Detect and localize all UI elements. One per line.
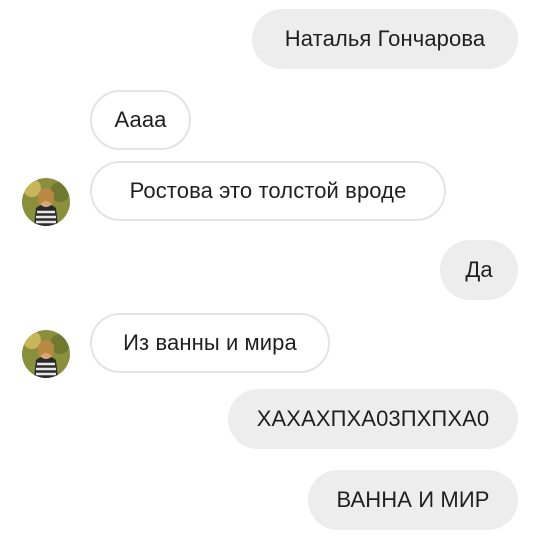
message-text: Из ванны и мира (123, 330, 297, 355)
contact-avatar-icon[interactable] (22, 330, 70, 378)
message-text: Наталья Гончарова (284, 26, 486, 51)
message-bubble-incoming[interactable]: Аааа (90, 90, 191, 150)
message-text: ХАХАХПХА03ПХПХА0 (256, 406, 490, 431)
message-bubble-outgoing[interactable]: Наталья Гончарова (252, 9, 518, 69)
chat-thread: Наталья Гончарова Аааа Ростова это толст… (0, 0, 540, 540)
avatar-photo-icon (22, 330, 70, 378)
message-bubble-outgoing[interactable]: Да (440, 240, 518, 300)
message-bubble-incoming[interactable]: Из ванны и мира (90, 313, 330, 373)
message-text: Ростова это толстой вроде (129, 178, 407, 203)
contact-avatar-icon[interactable] (22, 178, 70, 226)
message-bubble-outgoing[interactable]: ВАННА И МИР (308, 470, 518, 530)
message-text: Да (465, 257, 493, 282)
message-text: Аааа (114, 107, 167, 132)
avatar-photo-icon (22, 178, 70, 226)
message-text: ВАННА И МИР (336, 487, 490, 512)
message-bubble-incoming[interactable]: Ростова это толстой вроде (90, 161, 446, 221)
message-bubble-outgoing[interactable]: ХАХАХПХА03ПХПХА0 (228, 389, 518, 449)
